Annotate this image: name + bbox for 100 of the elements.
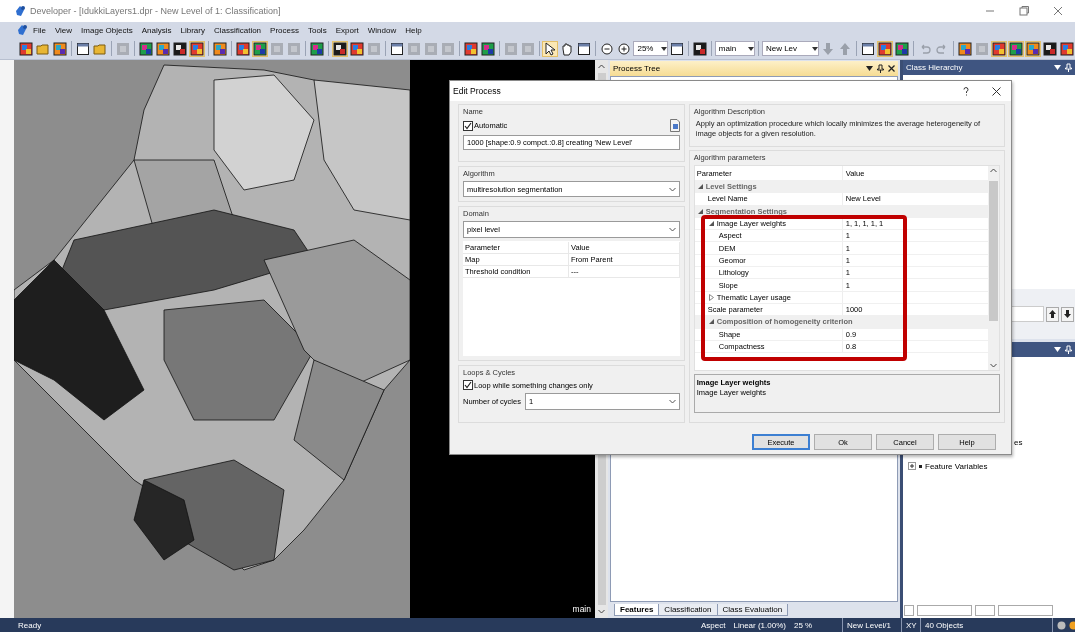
- tree-item[interactable]: Feature Variables: [925, 461, 988, 471]
- toolbar-button[interactable]: [1008, 40, 1025, 57]
- toolbar-button[interactable]: [308, 40, 325, 57]
- checkbox[interactable]: [463, 380, 473, 390]
- toolbar-button[interactable]: [860, 40, 877, 57]
- toolbar-button[interactable]: [18, 40, 34, 57]
- status-text: Linear (1.00%): [733, 620, 786, 630]
- toolbar-button[interactable]: [576, 40, 593, 57]
- chevron-up-icon[interactable]: [990, 168, 997, 173]
- expand-icon[interactable]: [707, 293, 715, 301]
- collapse-icon[interactable]: [696, 183, 704, 191]
- tree-item[interactable]: es: [1014, 437, 1023, 447]
- bullet-icon: [919, 464, 922, 468]
- toolbar-button[interactable]: [251, 40, 268, 57]
- collapse-icon[interactable]: [707, 318, 715, 326]
- caret-icon[interactable]: [660, 46, 667, 51]
- dropdown[interactable]: 25%: [633, 41, 668, 56]
- dropdown-arrow-icon[interactable]: [1054, 347, 1061, 352]
- help-icon[interactable]: [963, 86, 969, 96]
- menu-item[interactable]: Process: [266, 25, 303, 35]
- panel-title: Class Hierarchy: [906, 63, 964, 72]
- menu-item[interactable]: Image Objects: [77, 25, 137, 35]
- down-arrow-icon: [1064, 310, 1071, 318]
- close-icon[interactable]: [991, 86, 1001, 96]
- dropdown-arrow-icon[interactable]: [1054, 65, 1061, 70]
- toolbar-button[interactable]: [462, 40, 479, 57]
- toolbar-button[interactable]: [991, 40, 1008, 57]
- document-icon[interactable]: [669, 119, 680, 132]
- input-field[interactable]: [998, 604, 1053, 616]
- status-text: Ready: [17, 620, 43, 630]
- toolbar-button[interactable]: [877, 40, 894, 57]
- status-text: New Level/1: [847, 620, 892, 630]
- checkbox[interactable]: [463, 120, 473, 131]
- toolbar-button[interactable]: [599, 40, 616, 57]
- toolbar-button[interactable]: [616, 40, 633, 57]
- collapse-icon[interactable]: [696, 207, 704, 215]
- toolbar-button[interactable]: [1042, 40, 1059, 57]
- menu-item[interactable]: Library: [176, 25, 209, 35]
- toolbar-button[interactable]: [137, 40, 154, 57]
- scrollbar[interactable]: [988, 166, 999, 370]
- toolbar-button[interactable]: [691, 40, 708, 57]
- menu-item[interactable]: File: [29, 25, 50, 35]
- toolbar-button[interactable]: [1025, 40, 1042, 57]
- restore-icon[interactable]: [1018, 5, 1030, 17]
- chevron-up-icon[interactable]: [598, 64, 605, 69]
- toolbar-button[interactable]: [542, 40, 559, 57]
- dialog-title: Edit Process: [453, 86, 502, 96]
- tab[interactable]: Class Evaluation: [716, 604, 789, 616]
- tab[interactable]: Classification: [658, 604, 718, 616]
- window-title: Developer - [IdukkiLayers1.dpr - New Level of 1: Classification]: [30, 6, 282, 16]
- dropdown-arrow-icon[interactable]: [866, 66, 873, 71]
- app-icon[interactable]: [16, 24, 28, 36]
- status-text: XY: [906, 620, 917, 630]
- toolbar-button[interactable]: [388, 40, 405, 57]
- collapse-icon[interactable]: [707, 220, 715, 228]
- menu-item[interactable]: Tools: [303, 25, 331, 35]
- status-text: 25 %: [793, 620, 813, 630]
- chevron-down-icon[interactable]: [990, 363, 997, 368]
- menu-item[interactable]: Export: [331, 25, 363, 35]
- menu-item[interactable]: View: [50, 25, 77, 35]
- toolbar-button[interactable]: [479, 40, 496, 57]
- toolbar-button[interactable]: [171, 40, 188, 57]
- toolbar-button[interactable]: [52, 40, 68, 57]
- toolbar-button[interactable]: [957, 40, 974, 57]
- toolbar-button[interactable]: [211, 40, 228, 57]
- close-icon[interactable]: [888, 65, 895, 72]
- caret-icon[interactable]: [747, 46, 754, 51]
- dropdown[interactable]: New Lev: [761, 41, 820, 56]
- toolbar-button[interactable]: [1059, 40, 1075, 57]
- toolbar-button[interactable]: [894, 40, 911, 57]
- input-field[interactable]: [917, 604, 972, 616]
- status-text: 40 Objects: [925, 620, 964, 630]
- app-icon: [14, 5, 26, 17]
- expand-icon[interactable]: [908, 462, 916, 470]
- toolbar-button[interactable]: [668, 40, 685, 57]
- caret-icon[interactable]: [812, 46, 819, 51]
- menu-item[interactable]: Classification: [209, 25, 266, 35]
- input-field[interactable]: [904, 604, 914, 616]
- circle-icon: [1057, 620, 1066, 630]
- tab[interactable]: Features: [614, 604, 660, 616]
- toolbar-button[interactable]: [331, 40, 348, 57]
- chevron-down-icon: [668, 227, 676, 232]
- toolbar-button[interactable]: [74, 40, 91, 57]
- panel-title: Process Tree: [613, 64, 662, 73]
- up-arrow-icon: [1049, 310, 1056, 318]
- menu-item[interactable]: Window: [363, 25, 401, 35]
- chevron-down-icon: [668, 186, 676, 192]
- toolbar-button[interactable]: [348, 40, 365, 57]
- menu-item[interactable]: Help: [401, 25, 426, 35]
- toolbar-button[interactable]: [188, 40, 205, 57]
- status-text: Aspect: [701, 620, 726, 630]
- toolbar-button[interactable]: [234, 40, 251, 57]
- dropdown[interactable]: main: [714, 41, 755, 56]
- up-button[interactable]: [1046, 306, 1059, 322]
- pin-icon[interactable]: [877, 64, 884, 73]
- toolbar-button[interactable]: [154, 40, 171, 57]
- chevron-down-icon: [668, 399, 676, 404]
- down-button[interactable]: [1061, 306, 1074, 322]
- menu-item[interactable]: Analysis: [137, 25, 176, 35]
- chevron-down-icon[interactable]: [598, 609, 605, 614]
